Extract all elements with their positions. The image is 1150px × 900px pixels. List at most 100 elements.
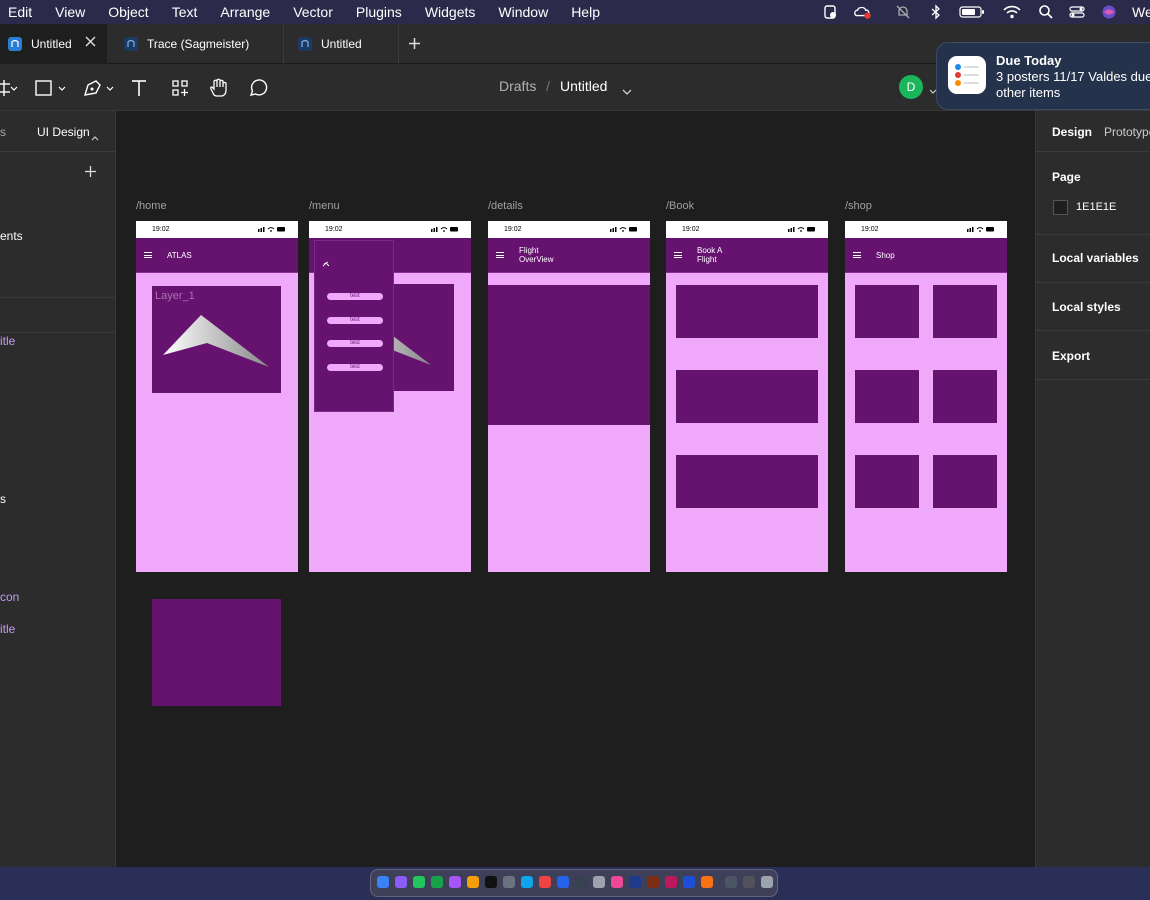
- frame-shop[interactable]: 19:02 Shop: [845, 221, 1007, 572]
- menu-view[interactable]: View: [55, 4, 85, 20]
- side-drawer-menu[interactable]: test test test test: [314, 240, 394, 412]
- hamburger-menu-icon[interactable]: [853, 252, 861, 258]
- menu-object[interactable]: Object: [108, 4, 148, 20]
- frame-menu[interactable]: 19:02 test test test test: [309, 221, 471, 572]
- frame-label-shop[interactable]: /shop: [845, 200, 872, 212]
- muted-bell-icon[interactable]: [894, 3, 912, 21]
- pages-tab-fragment[interactable]: s: [0, 125, 6, 139]
- menu-help[interactable]: Help: [571, 4, 600, 20]
- hamburger-menu-icon[interactable]: [496, 252, 504, 258]
- hero-image-block[interactable]: Layer_1: [152, 286, 281, 393]
- shop-item-tile[interactable]: [933, 370, 997, 423]
- bluetooth-icon[interactable]: [927, 3, 945, 21]
- layer-item-title[interactable]: itle: [0, 622, 15, 636]
- menu-plugins[interactable]: Plugins: [356, 4, 402, 20]
- booking-card[interactable]: [676, 455, 818, 508]
- reminder-notification[interactable]: Due Today 3 posters 11/17 Valdes due oth…: [936, 42, 1150, 110]
- shop-item-tile[interactable]: [855, 455, 919, 508]
- layer-item[interactable]: s: [0, 492, 6, 506]
- calculator-icon[interactable]: [593, 876, 605, 888]
- chrome-icon[interactable]: [467, 876, 479, 888]
- chevron-down-icon[interactable]: [622, 83, 632, 101]
- launchpad-icon[interactable]: [395, 876, 407, 888]
- wifi-icon[interactable]: [1003, 3, 1021, 21]
- photoshop-icon[interactable]: [629, 876, 641, 888]
- menu-widgets[interactable]: Widgets: [425, 4, 476, 20]
- illustrator-icon[interactable]: [647, 876, 659, 888]
- details-hero-block[interactable]: [488, 285, 650, 425]
- apple-tv-icon[interactable]: [485, 876, 497, 888]
- close-drawer-icon[interactable]: [322, 261, 330, 267]
- rectangle-tool-icon[interactable]: [35, 76, 67, 100]
- facetime-icon[interactable]: [431, 876, 443, 888]
- local-variables-section[interactable]: Local variables: [1052, 251, 1139, 265]
- hamburger-menu-icon[interactable]: [144, 252, 152, 258]
- layer-item-title[interactable]: itle: [0, 334, 15, 348]
- menu-item-button[interactable]: test: [327, 317, 383, 324]
- add-page-plus-icon[interactable]: [84, 165, 97, 183]
- terminal-icon[interactable]: [575, 876, 587, 888]
- frame-home[interactable]: 19:02 ATLAS Layer_1: [136, 221, 298, 572]
- frame-label-book[interactable]: /Book: [666, 200, 694, 212]
- music-icon[interactable]: [539, 876, 551, 888]
- frame-label-home[interactable]: /home: [136, 200, 167, 212]
- hamburger-menu-icon[interactable]: [674, 252, 682, 258]
- tab-trace-sagmeister[interactable]: Trace (Sagmeister): [108, 24, 282, 64]
- menu-arrange[interactable]: Arrange: [220, 4, 270, 20]
- frame-book[interactable]: 19:02 Book A Flight: [666, 221, 828, 572]
- finder-icon[interactable]: [377, 876, 389, 888]
- design-canvas[interactable]: /home /menu /details /Book /shop 19:02 A…: [117, 111, 1034, 867]
- tab-prototype[interactable]: Prototype: [1104, 125, 1150, 139]
- photos-icon[interactable]: [611, 876, 623, 888]
- page-selector-ui-design[interactable]: UI Design: [37, 125, 90, 139]
- menu-item-button[interactable]: test: [327, 364, 383, 371]
- tab-untitled-active[interactable]: Untitled: [0, 24, 107, 64]
- messages-icon[interactable]: [413, 876, 425, 888]
- local-styles-section[interactable]: Local styles: [1052, 300, 1121, 314]
- podcasts-icon[interactable]: [449, 876, 461, 888]
- app-store-icon[interactable]: [521, 876, 533, 888]
- tab-design[interactable]: Design: [1052, 125, 1092, 139]
- hand-tool-icon[interactable]: [208, 76, 228, 100]
- settings-icon[interactable]: [503, 876, 515, 888]
- menu-item-button[interactable]: test: [327, 293, 383, 300]
- menu-vector[interactable]: Vector: [293, 4, 333, 20]
- figma-status-icon[interactable]: [821, 3, 839, 21]
- trash-icon[interactable]: [761, 876, 773, 888]
- frame-details[interactable]: 19:02 Flight OverView: [488, 221, 650, 572]
- figma-icon[interactable]: [701, 876, 713, 888]
- frame-label-menu[interactable]: /menu: [309, 200, 340, 212]
- avatar[interactable]: D: [899, 75, 923, 99]
- booking-card[interactable]: [676, 370, 818, 423]
- shop-item-tile[interactable]: [855, 285, 919, 338]
- tab-untitled[interactable]: Untitled: [283, 24, 397, 64]
- text-tool-icon[interactable]: [130, 76, 148, 100]
- menu-window[interactable]: Window: [498, 4, 548, 20]
- aero-icon[interactable]: [683, 876, 695, 888]
- menu-edit[interactable]: Edit: [8, 4, 32, 20]
- booking-card[interactable]: [676, 285, 818, 338]
- close-tab-icon[interactable]: [85, 36, 96, 50]
- new-tab-plus-icon[interactable]: [408, 37, 421, 55]
- page-color-swatch[interactable]: [1053, 200, 1068, 215]
- mail-icon[interactable]: [557, 876, 569, 888]
- export-section[interactable]: Export: [1052, 349, 1090, 363]
- comment-tool-icon[interactable]: [248, 76, 268, 100]
- spotlight-search-icon[interactable]: [1037, 3, 1055, 21]
- creative-cloud-icon[interactable]: [854, 3, 872, 21]
- shop-item-tile[interactable]: [933, 285, 997, 338]
- documents-stack-icon[interactable]: [743, 876, 755, 888]
- layer-item-icon[interactable]: con: [0, 590, 19, 604]
- breadcrumb-drafts[interactable]: Drafts: [499, 78, 536, 94]
- indesign-icon[interactable]: [665, 876, 677, 888]
- file-name-title[interactable]: Untitled: [560, 78, 607, 94]
- menu-text[interactable]: Text: [172, 4, 198, 20]
- downloads-stack-icon[interactable]: [725, 876, 737, 888]
- menu-item-button[interactable]: test: [327, 340, 383, 347]
- pen-tool-icon[interactable]: [83, 76, 115, 100]
- chevron-up-icon[interactable]: [91, 128, 99, 146]
- page-color-hex-input[interactable]: 1E1E1E: [1076, 201, 1116, 213]
- control-center-icon[interactable]: [1068, 3, 1086, 21]
- shop-item-tile[interactable]: [855, 370, 919, 423]
- shop-item-tile[interactable]: [933, 455, 997, 508]
